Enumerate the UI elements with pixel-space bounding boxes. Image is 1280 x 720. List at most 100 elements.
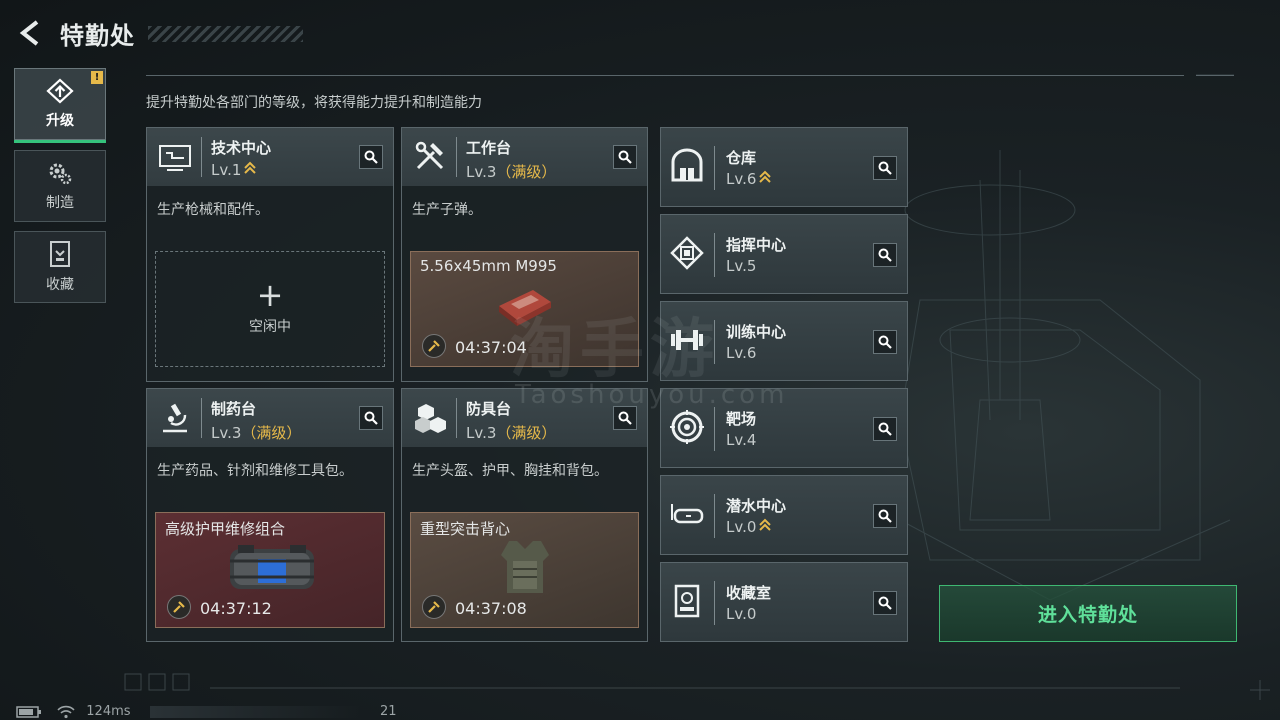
search-icon bbox=[618, 150, 632, 164]
upgrade-chevron-icon bbox=[244, 161, 257, 174]
dept-name: 指挥中心 bbox=[726, 236, 787, 254]
search-icon bbox=[364, 411, 378, 425]
fps-value: 21 bbox=[380, 704, 397, 719]
tools-icon bbox=[415, 141, 444, 170]
dept-card-armor[interactable]: 防具台 Lv.3（满级） 生产头盔、护甲、胸挂和背包。 重型突击背心 04:37… bbox=[401, 388, 648, 642]
microscope-icon bbox=[163, 403, 187, 433]
dept-level: Lv.0 bbox=[726, 518, 772, 536]
nav-craft[interactable]: 制造 bbox=[14, 150, 106, 222]
dept-description: 生产药品、针剂和维修工具包。 bbox=[157, 463, 353, 479]
inspect-button[interactable] bbox=[873, 156, 897, 180]
dept-description: 生产子弹。 bbox=[412, 202, 482, 218]
title-decoration bbox=[148, 26, 303, 42]
wifi-icon bbox=[57, 705, 75, 718]
dept-name: 技术中心 bbox=[211, 139, 272, 157]
dept-level: Lv.1 bbox=[211, 161, 257, 179]
inspect-button[interactable] bbox=[873, 504, 897, 528]
nav-label: 制造 bbox=[46, 195, 74, 211]
inspect-button[interactable] bbox=[873, 417, 897, 441]
goggles-icon bbox=[671, 504, 704, 524]
dept-name: 制药台 bbox=[211, 400, 257, 418]
dept-card-pharmacy[interactable]: 制药台 Lv.3（满级） 生产药品、针剂和维修工具包。 高级护甲维修组合 04:… bbox=[146, 388, 394, 642]
plus-icon: + bbox=[256, 276, 284, 314]
status-bar-gauge bbox=[150, 706, 360, 718]
search-icon bbox=[878, 509, 892, 523]
max-level-tag: （满级） bbox=[241, 424, 302, 442]
dept-card-tech[interactable]: 技术中心 Lv.1 生产枪械和配件。 + 空闲中 bbox=[146, 127, 394, 382]
back-button[interactable] bbox=[16, 18, 44, 48]
page-subtitle: 提升特勤处各部门的等级，将获得能力提升和制造能力 bbox=[146, 95, 482, 111]
search-icon bbox=[364, 150, 378, 164]
dept-level: Lv.3（满级） bbox=[211, 424, 302, 442]
repair-kit-image bbox=[230, 545, 314, 589]
production-slot[interactable]: 高级护甲维修组合 04:37:12 bbox=[155, 512, 385, 628]
dept-name: 仓库 bbox=[726, 149, 757, 167]
nav-label: 升级 bbox=[46, 113, 74, 129]
divider bbox=[146, 75, 1184, 76]
inspect-button[interactable] bbox=[873, 243, 897, 267]
page-title: 特勤处 bbox=[60, 22, 135, 50]
dept-name: 训练中心 bbox=[726, 323, 787, 341]
upgrade-chevron-icon bbox=[759, 518, 772, 531]
dept-level: Lv.0 bbox=[726, 605, 757, 623]
collection-icon bbox=[50, 241, 70, 267]
production-slot[interactable]: 重型突击背心 04:37:08 bbox=[410, 512, 639, 628]
cubes-icon bbox=[415, 404, 446, 433]
dept-card-vault[interactable]: 收藏室 Lv.0 bbox=[660, 562, 908, 642]
alert-badge: ! bbox=[91, 71, 103, 84]
dept-card-command[interactable]: 指挥中心 Lv.5 bbox=[660, 214, 908, 294]
product-name: 重型突击背心 bbox=[420, 520, 511, 538]
production-slot-idle[interactable]: + 空闲中 bbox=[155, 251, 385, 367]
inspect-button[interactable] bbox=[359, 145, 383, 169]
dept-level: Lv.4 bbox=[726, 431, 757, 449]
nav-label: 收藏 bbox=[46, 277, 74, 293]
search-icon bbox=[878, 248, 892, 262]
product-name: 5.56x45mm M995 bbox=[420, 257, 557, 275]
watermark-url: Taoshouyou.com bbox=[515, 380, 789, 410]
status-bar: 124ms bbox=[16, 704, 131, 719]
search-icon bbox=[878, 596, 892, 610]
upgrade-icon bbox=[46, 78, 74, 104]
gears-icon bbox=[49, 163, 72, 185]
inspect-button[interactable] bbox=[359, 406, 383, 430]
production-timer: 04:37:08 bbox=[455, 599, 527, 618]
production-timer: 04:37:12 bbox=[200, 599, 272, 618]
dept-level: Lv.5 bbox=[726, 257, 757, 275]
dept-name: 靶场 bbox=[726, 410, 757, 428]
dept-level: Lv.6 bbox=[726, 170, 772, 188]
battery-icon bbox=[16, 705, 41, 718]
dept-name: 收藏室 bbox=[726, 584, 772, 602]
timer-icon bbox=[422, 595, 446, 619]
dept-card-diving[interactable]: 潜水中心 Lv.0 bbox=[660, 475, 908, 555]
search-icon bbox=[618, 411, 632, 425]
dept-description: 生产头盔、护甲、胸挂和背包。 bbox=[412, 463, 608, 479]
inspect-button[interactable] bbox=[873, 330, 897, 354]
vault-icon bbox=[674, 584, 700, 618]
dept-level: Lv.3（满级） bbox=[466, 424, 557, 442]
max-level-tag: （满级） bbox=[496, 163, 557, 181]
dept-level: Lv.6 bbox=[726, 344, 757, 362]
ping-value: 124ms bbox=[86, 704, 131, 719]
inspect-button[interactable] bbox=[613, 145, 637, 169]
target-icon bbox=[670, 410, 704, 444]
watermark: 淘手游 bbox=[510, 313, 720, 387]
product-name: 高级护甲维修组合 bbox=[165, 520, 286, 538]
inspect-button[interactable] bbox=[873, 591, 897, 615]
dept-level: Lv.3（满级） bbox=[466, 163, 557, 181]
idle-label: 空闲中 bbox=[249, 319, 291, 335]
search-icon bbox=[878, 335, 892, 349]
timer-icon bbox=[422, 334, 446, 358]
dept-name: 工作台 bbox=[466, 139, 512, 157]
armor-vest-image bbox=[501, 541, 549, 593]
enter-special-ops-button[interactable]: 进入特勤处 bbox=[939, 585, 1237, 642]
dept-description: 生产枪械和配件。 bbox=[157, 202, 269, 218]
nav-collection[interactable]: 收藏 bbox=[14, 231, 106, 303]
chip-icon bbox=[670, 236, 704, 270]
timer-icon bbox=[167, 595, 191, 619]
upgrade-chevron-icon bbox=[759, 170, 772, 183]
search-icon bbox=[878, 422, 892, 436]
computer-icon bbox=[159, 145, 191, 171]
warehouse-icon bbox=[671, 148, 703, 182]
nav-upgrade[interactable]: ! 升级 bbox=[14, 68, 106, 143]
dept-card-warehouse[interactable]: 仓库 Lv.6 bbox=[660, 127, 908, 207]
